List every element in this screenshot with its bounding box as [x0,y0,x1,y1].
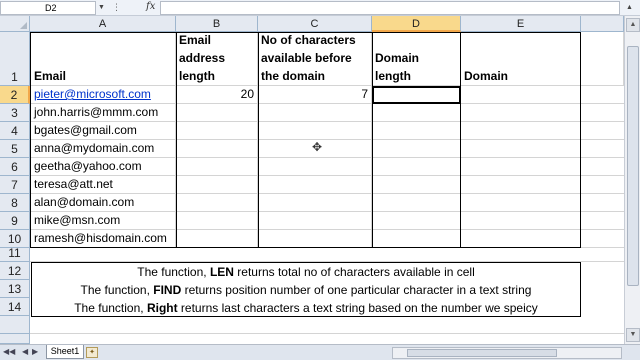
note-function-name: Right [146,301,178,315]
email-cell[interactable]: anna@mydomain.com [30,140,176,158]
table-divider [176,32,177,248]
table-divider [372,32,373,248]
insert-sheet-icon[interactable]: ✦ [86,347,98,358]
column-header-e[interactable]: E [461,16,581,32]
sheet-tab-bar: ◀◀ ◀ ▶ Sheet1 ✦ [0,344,640,360]
select-all-icon [20,22,27,29]
select-all-button[interactable] [0,16,30,32]
worksheet-grid: A B C D E 1 2 3 4 5 6 7 8 9 10 11 12 13 … [0,16,624,344]
row-header-11[interactable]: 11 [0,246,30,262]
scroll-up-icon[interactable]: ▲ [626,18,640,32]
row-header-7[interactable]: 7 [0,176,30,194]
table-divider [460,32,461,248]
header-domain[interactable]: Domain [461,32,581,86]
column-header-c[interactable]: C [258,16,372,32]
note-len: The function, LEN returns total no of ch… [31,263,581,281]
row-header-9[interactable]: 9 [0,212,30,230]
note-function-name: FIND [153,283,182,297]
column-header-a[interactable]: A [30,16,176,32]
active-cell-d2[interactable] [372,86,461,104]
email-cell[interactable]: mike@msn.com [30,212,176,230]
note-find: The function, FIND returns position numb… [31,281,581,299]
note-text: The function, [137,265,210,279]
note-text: returns position number of one particula… [181,283,532,297]
email-cell[interactable]: pieter@microsoft.com [30,86,176,104]
gridline [30,333,624,334]
cell-cursor-icon: ✥ [312,140,323,154]
row-header-16[interactable] [0,334,30,344]
insert-function-button[interactable]: fx [146,1,155,12]
email-length-cell[interactable]: 20 [176,86,258,104]
row-header-12[interactable]: 12 [0,262,30,280]
empty-column-f[interactable] [581,86,624,248]
header-email[interactable]: Email [30,32,176,86]
note-text: returns last characters a text string ba… [177,301,538,315]
column-header-b[interactable]: B [176,16,258,32]
email-cell[interactable]: geetha@yahoo.com [30,158,176,176]
row-header-13[interactable]: 13 [0,280,30,298]
note-right: The function, Right returns last charact… [31,299,581,317]
row-header-6[interactable]: 6 [0,158,30,176]
email-cell[interactable]: alan@domain.com [30,194,176,212]
note-text: returns total no of characters available… [233,265,475,279]
row-header-8[interactable]: 8 [0,194,30,212]
table-divider [258,32,259,248]
empty-cell-range[interactable] [176,104,581,248]
email-cell[interactable]: teresa@att.net [30,176,176,194]
column-header-f[interactable] [581,16,624,32]
name-box[interactable]: D2 [0,1,96,15]
formula-bar: D2 ▼ ⋮ fx ▲ [0,0,640,16]
note-function-name: LEN [209,265,234,279]
header-chars-before-domain[interactable]: No of characters available before the do… [258,32,372,86]
note-text: The function, [74,301,147,315]
vertical-scrollbar[interactable]: ▲ ▼ [624,16,640,344]
expand-formula-bar-icon[interactable]: ▲ [626,4,634,12]
formula-input[interactable] [160,1,620,15]
email-cell[interactable]: ramesh@hisdomain.com [30,230,176,248]
name-box-dropdown-icon[interactable]: ▼ [98,4,105,11]
header-email-length[interactable]: Email address length [176,32,258,86]
row-header-15[interactable] [0,316,30,334]
scroll-down-icon[interactable]: ▼ [626,328,640,342]
row-header-5[interactable]: 5 [0,140,30,158]
horizontal-scrollbar[interactable] [392,347,622,359]
row-header-4[interactable]: 4 [0,122,30,140]
cell-f1[interactable] [581,32,624,86]
row-header-14[interactable]: 14 [0,298,30,316]
row-header-3[interactable]: 3 [0,104,30,122]
email-cell[interactable]: john.harris@mmm.com [30,104,176,122]
first-sheet-icon[interactable]: ◀◀ [3,347,15,356]
header-domain-length[interactable]: Domain length [372,32,461,86]
horizontal-scroll-thumb[interactable] [407,349,557,357]
domain-cell[interactable] [461,86,581,104]
sheet-tab-sheet1[interactable]: Sheet1 [46,345,84,359]
formula-bar-grip-icon: ⋮ [112,2,121,12]
scroll-thumb[interactable] [627,46,639,286]
row-header-2[interactable]: 2 [0,86,30,104]
prev-sheet-icon[interactable]: ◀ [22,347,28,356]
email-cell[interactable]: bgates@gmail.com [30,122,176,140]
next-sheet-icon[interactable]: ▶ [32,347,38,356]
column-header-d[interactable]: D [372,16,461,32]
chars-before-cell[interactable]: 7 [258,86,372,104]
row-header-1[interactable]: 1 [0,32,30,86]
note-text: The function, [80,283,154,297]
